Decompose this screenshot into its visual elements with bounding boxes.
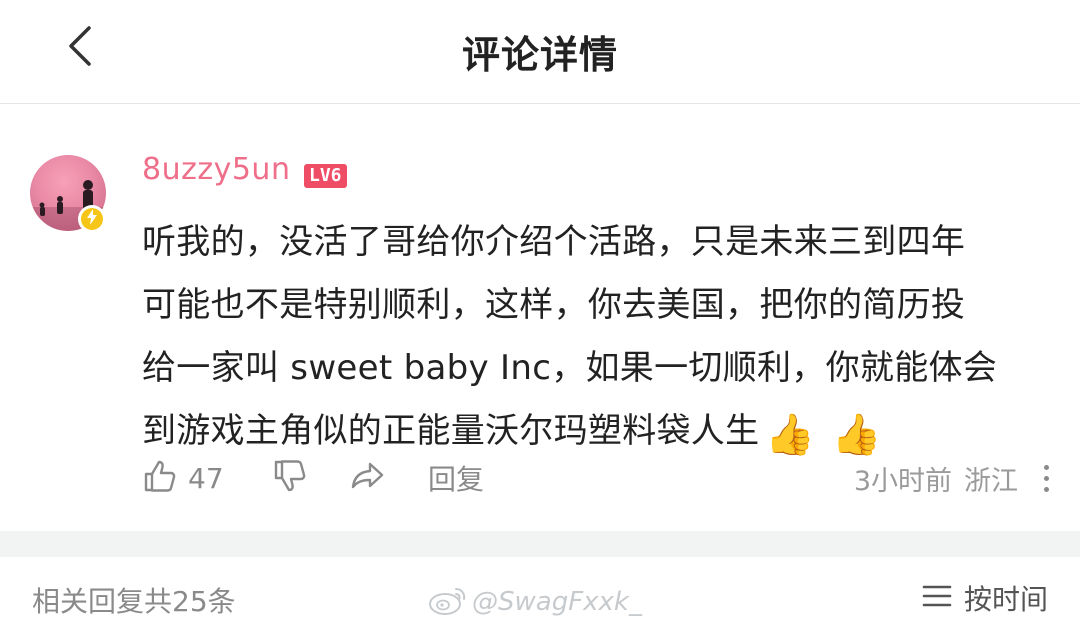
like-button[interactable]: 47 [142,454,224,502]
watermark: @SwagFxxk_ [428,584,642,620]
section-divider [0,531,1080,557]
more-vertical-icon [1043,462,1049,495]
weibo-logo-icon [428,584,468,620]
comment-line: 听我的，没活了哥给你介绍个活路，只是未来三到四年 [142,222,966,262]
comment-meta: 3小时前 浙江 [854,454,1052,502]
watermark-text: @SwagFxxk_ [472,587,642,617]
comment-line: 可能也不是特别顺利，这样，你去美国，把你的简历投 [142,285,966,325]
level-badge: LV6 [304,164,347,188]
header-bar: 评论详情 [0,0,1080,104]
like-count: 47 [188,461,224,495]
reply-button[interactable]: 回复 [428,454,484,502]
dislike-button[interactable] [272,454,308,502]
comment-body: 听我的，没活了哥给你介绍个活路，只是未来三到四年 可能也不是特别顺利，这样，你去… [142,211,1052,469]
sort-button[interactable]: 按时间 [922,578,1048,618]
comment-line-text: 到游戏主角似的正能量沃尔玛塑料袋人生 [142,411,760,451]
thumbs-down-outline-icon [272,458,308,498]
lightning-icon [85,209,99,229]
sort-label: 按时间 [963,583,1048,616]
username[interactable]: 8uzzy5un [142,152,290,187]
share-button[interactable] [350,454,386,502]
reply-label: 回复 [428,463,485,496]
more-options-button[interactable] [1040,458,1052,498]
reply-count: 相关回复共25条 [32,585,236,618]
share-arrow-icon [350,458,386,498]
page-title: 评论详情 [461,33,618,77]
thumbs-up-icon: 👍 [831,412,882,458]
sort-lines-icon [922,583,952,613]
comment-actions: 47 回复 3小时前 浙江 [142,454,1052,502]
comment-time: 3小时前 [853,465,952,497]
verified-badge [78,205,106,233]
thumbs-up-icon: 👍 [765,412,816,458]
comment-line: 给一家叫 sweet baby Inc，如果一切顺利，你就能体会 [142,348,998,388]
thumbs-up-outline-icon [142,458,178,498]
comment-location: 浙江 [964,465,1018,497]
